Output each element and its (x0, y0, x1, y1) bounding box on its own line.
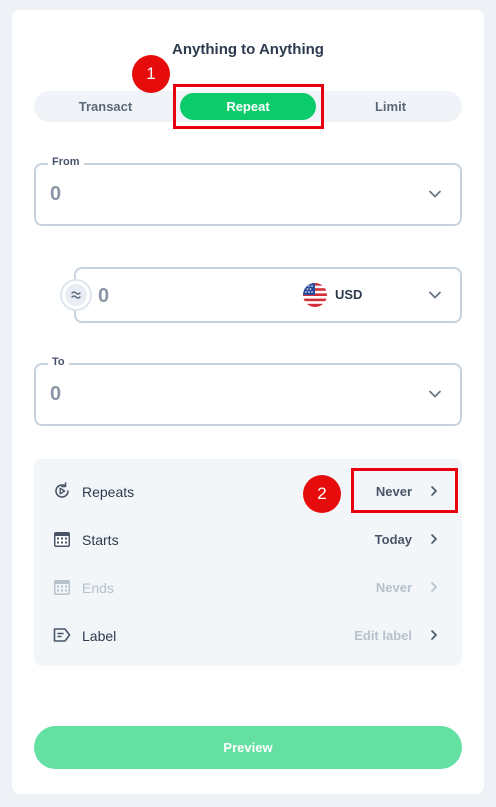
label-icon (53, 628, 71, 642)
from-label: From (48, 156, 84, 168)
annotation-badge-1: 1 (132, 55, 170, 93)
chevron-right-icon (431, 630, 437, 640)
repeat-icon (55, 482, 69, 498)
swap-icon (65, 284, 87, 306)
annotation-box-repeat (173, 84, 324, 129)
chevron-right-icon (431, 582, 437, 592)
amount-value: 0 (98, 285, 110, 307)
to-field[interactable]: To 0 (34, 356, 462, 426)
amount-field[interactable]: 0 USD (74, 267, 462, 323)
swap-button[interactable] (60, 279, 92, 311)
annotation-box-repeats (351, 468, 458, 513)
panel-title: Anything to Anything (172, 41, 324, 58)
chevron-right-icon (431, 534, 437, 544)
tab-transact[interactable]: Transact (34, 91, 177, 122)
to-label: To (48, 356, 69, 368)
chevron-down-icon[interactable] (428, 187, 442, 201)
preview-button[interactable]: Preview (34, 726, 462, 769)
label-label: Label (82, 628, 117, 644)
ends-label: Ends (82, 580, 114, 596)
calendar-icon (54, 580, 70, 595)
to-value: 0 (50, 383, 62, 405)
label-row[interactable]: Label Edit label (34, 611, 462, 659)
us-flag-icon (303, 283, 327, 307)
edit-label-value: Edit label (354, 628, 412, 643)
chevron-down-icon[interactable] (428, 288, 442, 302)
annotation-badge-2: 2 (303, 475, 341, 513)
from-value: 0 (50, 183, 62, 205)
calendar-icon (54, 532, 70, 547)
ends-row[interactable]: Ends Never (34, 563, 462, 611)
starts-label: Starts (82, 532, 119, 548)
repeats-label: Repeats (82, 484, 135, 500)
ends-value: Never (375, 580, 412, 595)
starts-row[interactable]: Starts Today (34, 515, 462, 563)
tab-limit[interactable]: Limit (319, 91, 462, 122)
currency-code: USD (335, 287, 363, 302)
chevron-down-icon[interactable] (428, 387, 442, 401)
starts-value: Today (374, 532, 412, 547)
from-field[interactable]: From 0 (34, 156, 462, 226)
